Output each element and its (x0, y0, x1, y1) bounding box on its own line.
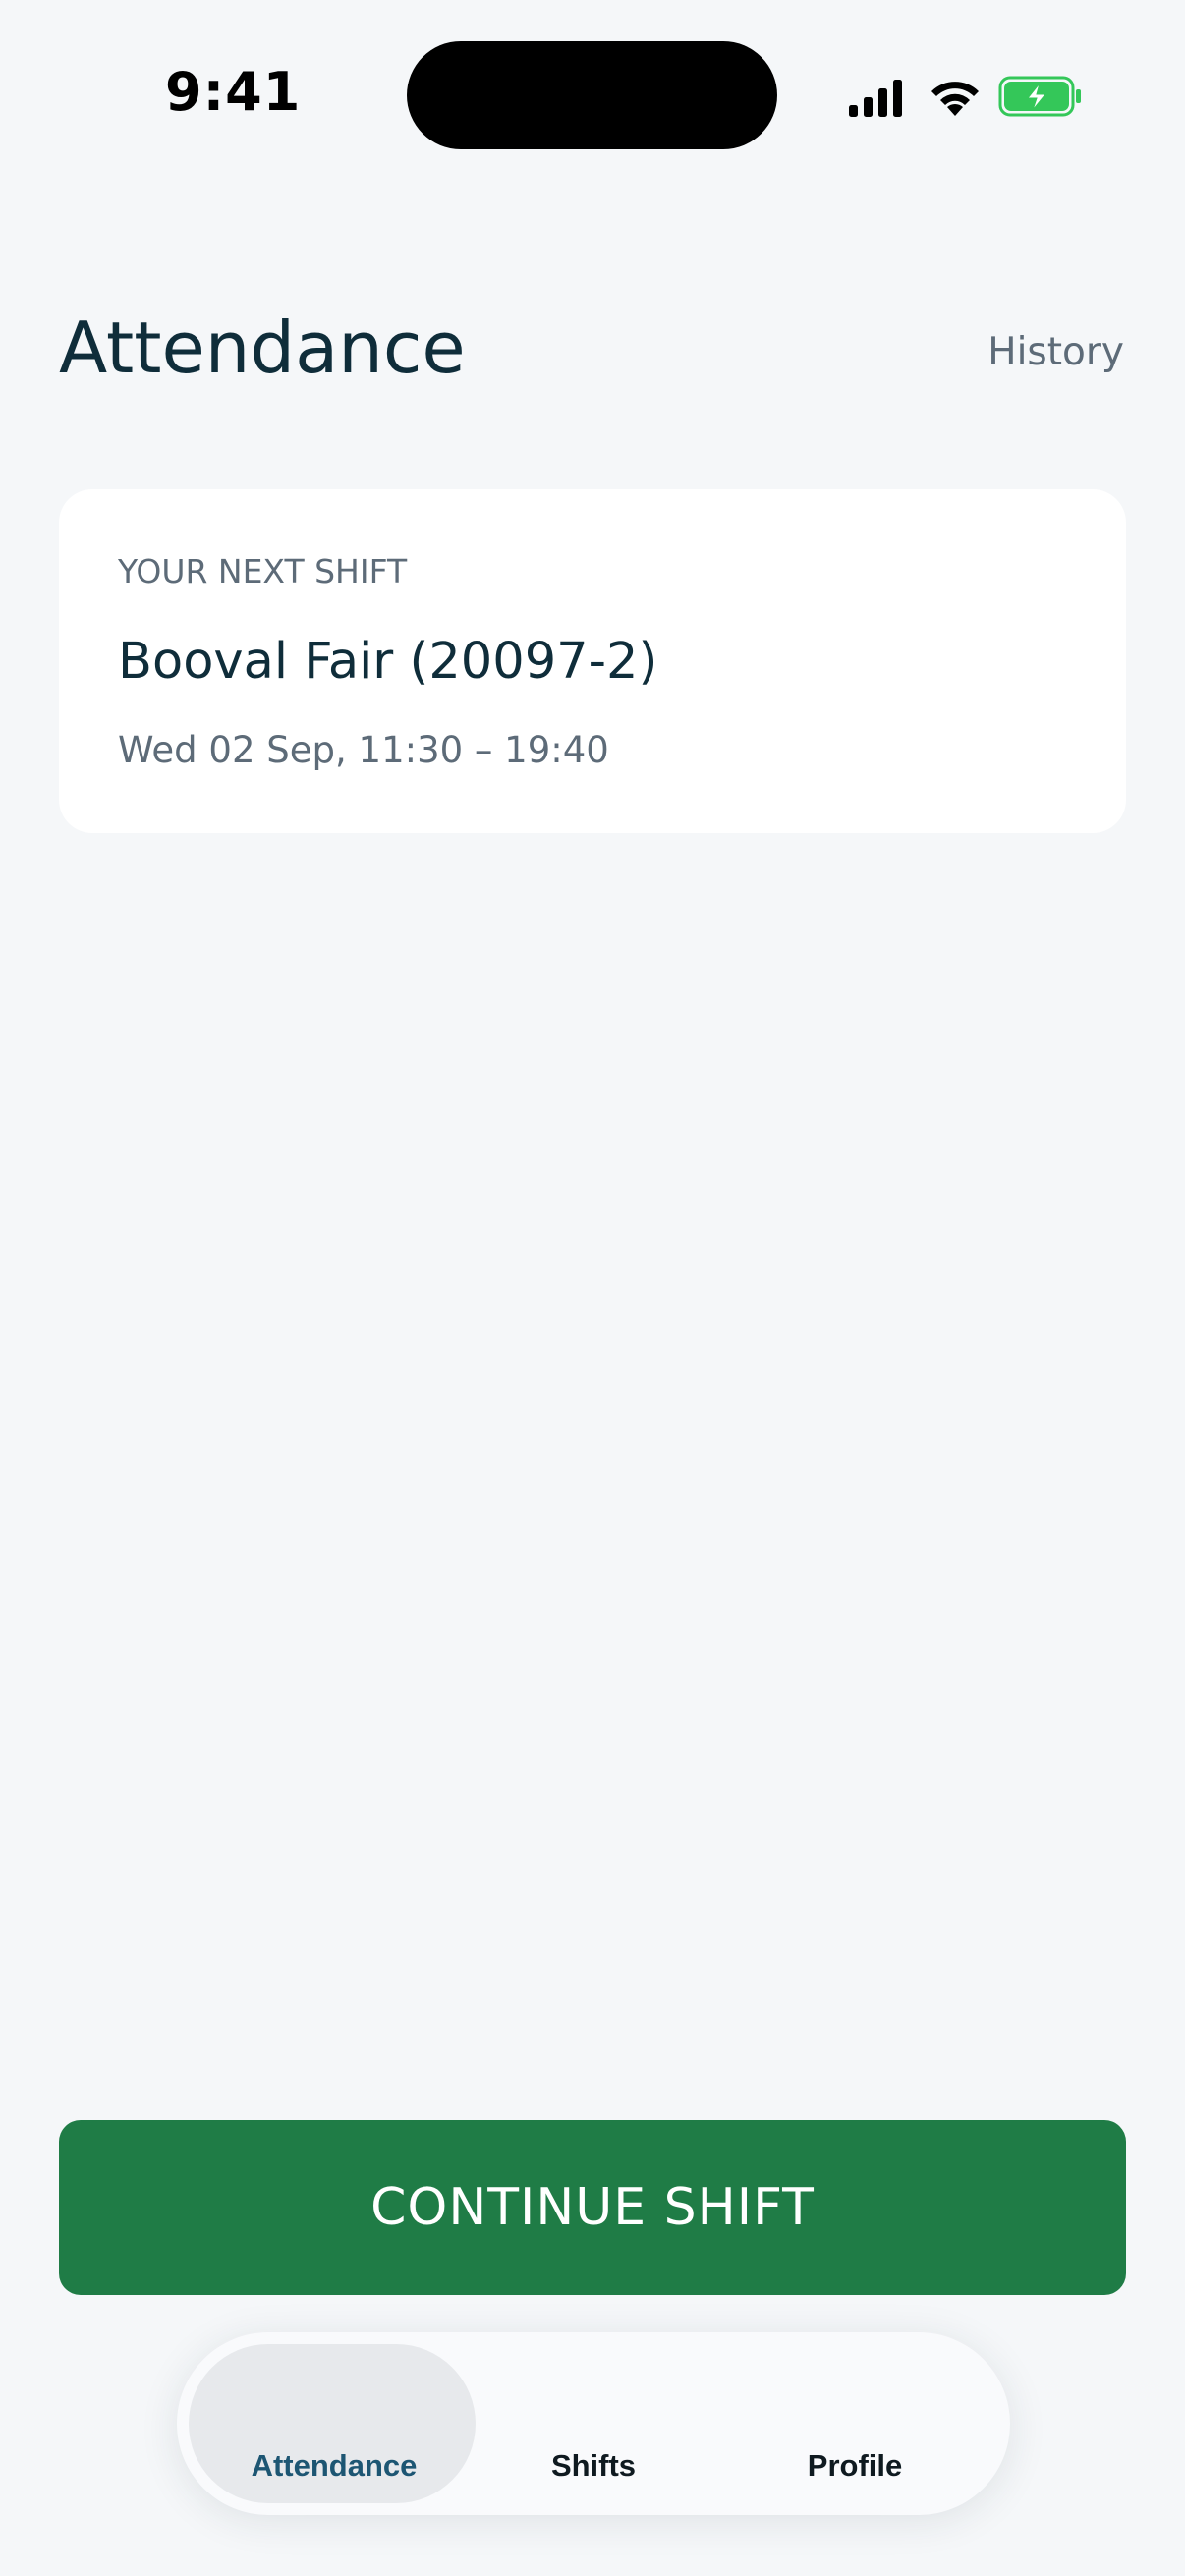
next-shift-eyebrow: YOUR NEXT SHIFT (118, 552, 408, 590)
dynamic-island (407, 41, 777, 149)
status-time: 9:41 (165, 61, 302, 123)
tab-shifts[interactable]: Shifts (466, 2448, 721, 2484)
status-icons (847, 71, 1083, 122)
next-shift-schedule: Wed 02 Sep, 11:30 – 19:40 (118, 729, 609, 771)
battery-charging-icon (998, 76, 1081, 117)
next-shift-location: Booval Fair (20097-2) (118, 633, 658, 691)
continue-shift-button[interactable]: CONTINUE SHIFT (59, 2120, 1126, 2295)
tab-profile[interactable]: Profile (727, 2448, 983, 2484)
page-title: Attendance (59, 307, 466, 389)
status-bar: 9:41 (0, 0, 1185, 187)
tab-attendance[interactable]: Attendance (206, 2448, 462, 2484)
cellular-signal-icon (849, 80, 902, 117)
wifi-icon (931, 82, 979, 116)
next-shift-card[interactable]: YOUR NEXT SHIFT Booval Fair (20097-2) We… (59, 489, 1126, 833)
history-link[interactable]: History (988, 330, 1124, 374)
tab-bar: Attendance Shifts Profile (177, 2332, 1010, 2515)
